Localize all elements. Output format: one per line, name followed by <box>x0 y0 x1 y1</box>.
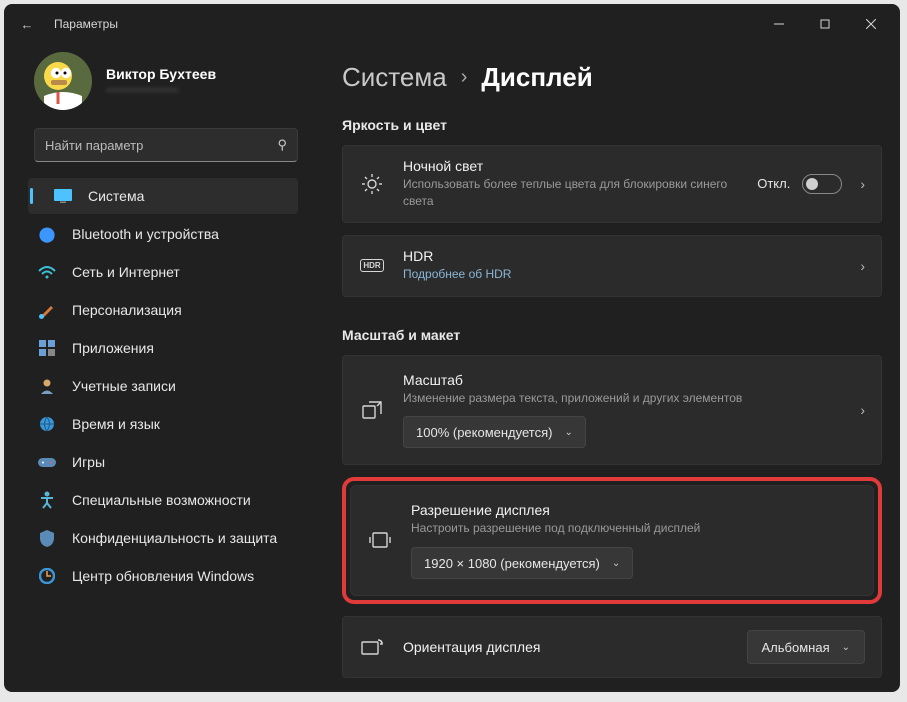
card-scale[interactable]: Масштаб Изменение размера текста, прилож… <box>342 355 882 466</box>
crumb-current: Дисплей <box>481 62 592 93</box>
section-scale: Масштаб и макет <box>342 327 882 343</box>
game-icon <box>38 453 56 471</box>
scale-dropdown[interactable]: 100% (рекомендуется) ⌄ <box>403 416 586 448</box>
search-icon: ⚲ <box>277 137 287 153</box>
crumb-separator-icon: › <box>461 66 468 89</box>
dropdown-value: 100% (рекомендуется) <box>416 425 552 440</box>
nav-label: Сеть и Интернет <box>72 264 180 280</box>
nav-update[interactable]: Центр обновления Windows <box>28 558 298 594</box>
nav-label: Учетные записи <box>72 378 176 394</box>
card-night-light[interactable]: Ночной свет Использовать более теплые цв… <box>342 145 882 223</box>
minimize-button[interactable] <box>756 4 802 44</box>
account-email: —————— <box>106 82 216 96</box>
brush-icon <box>38 301 56 319</box>
shield-icon <box>38 529 56 547</box>
account-name: Виктор Бухтеев <box>106 66 216 82</box>
nav-apps[interactable]: Приложения <box>28 330 298 366</box>
settings-window: ← Параметры <box>4 4 900 692</box>
person-icon <box>38 377 56 395</box>
night-light-toggle[interactable] <box>802 174 842 194</box>
bluetooth-icon: ⬤ <box>38 225 56 243</box>
chevron-right-icon: › <box>854 176 865 192</box>
orientation-icon <box>359 637 385 657</box>
section-brightness: Яркость и цвет <box>342 117 882 133</box>
card-title: Ночной свет <box>403 158 739 174</box>
nav-gaming[interactable]: Игры <box>28 444 298 480</box>
sidebar: Виктор Бухтеев —————— ⚲ Система ⬤ Blueto… <box>4 44 312 692</box>
avatar <box>34 52 92 110</box>
nav-label: Специальные возможности <box>72 492 251 508</box>
card-resolution[interactable]: Разрешение дисплея Настроить разрешение … <box>350 485 874 596</box>
globe-icon <box>38 415 56 433</box>
nav-network[interactable]: Сеть и Интернет <box>28 254 298 290</box>
apps-icon <box>38 339 56 357</box>
chevron-right-icon: › <box>854 258 865 274</box>
nav-system[interactable]: Система <box>28 178 298 214</box>
breadcrumb: Система › Дисплей <box>342 56 882 93</box>
close-button[interactable] <box>848 4 894 44</box>
card-desc: Использовать более теплые цвета для блок… <box>403 176 739 210</box>
nav-personalization[interactable]: Персонализация <box>28 292 298 328</box>
back-arrow-icon[interactable]: ← <box>18 17 36 32</box>
dropdown-value: Альбомная <box>762 640 830 655</box>
nav-label: Система <box>88 188 144 204</box>
account-block[interactable]: Виктор Бухтеев —————— <box>4 52 312 128</box>
maximize-button[interactable] <box>802 4 848 44</box>
nav-label: Время и язык <box>72 416 160 432</box>
card-desc-link[interactable]: Подробнее об HDR <box>403 266 836 283</box>
scale-icon <box>359 372 385 422</box>
search-input[interactable] <box>45 138 277 153</box>
card-title: HDR <box>403 248 836 264</box>
nav-label: Игры <box>72 454 105 470</box>
chevron-down-icon: ⌄ <box>842 642 850 653</box>
resolution-dropdown[interactable]: 1920 × 1080 (рекомендуется) ⌄ <box>411 547 633 579</box>
nav-label: Приложения <box>72 340 154 356</box>
nav-time-language[interactable]: Время и язык <box>28 406 298 442</box>
search-box[interactable]: ⚲ <box>34 128 298 162</box>
main-pane: Система › Дисплей Яркость и цвет Ночной … <box>312 44 900 692</box>
nav-accounts[interactable]: Учетные записи <box>28 368 298 404</box>
dropdown-value: 1920 × 1080 (рекомендуется) <box>424 556 600 571</box>
chevron-down-icon: ⌄ <box>564 427 572 438</box>
sun-icon <box>359 173 385 195</box>
nav-label: Конфиденциальность и защита <box>72 530 277 546</box>
accessibility-icon <box>38 491 56 509</box>
nav-label: Bluetooth и устройства <box>72 226 219 242</box>
highlight-resolution: Разрешение дисплея Настроить разрешение … <box>342 477 882 604</box>
window-title: Параметры <box>54 17 118 31</box>
monitor-icon <box>54 187 72 205</box>
crumb-root[interactable]: Система <box>342 62 447 93</box>
titlebar: ← Параметры <box>4 4 900 44</box>
nav-label: Центр обновления Windows <box>72 568 254 584</box>
card-title: Ориентация дисплея <box>403 639 729 655</box>
chevron-right-icon: › <box>854 402 865 418</box>
card-desc: Настроить разрешение под подключенный ди… <box>411 520 857 537</box>
toggle-state-label: Откл. <box>757 176 790 191</box>
nav-privacy[interactable]: Конфиденциальность и защита <box>28 520 298 556</box>
card-orientation[interactable]: Ориентация дисплея Альбомная ⌄ <box>342 616 882 678</box>
nav-list: Система ⬤ Bluetooth и устройства Сеть и … <box>4 178 312 594</box>
nav-label: Персонализация <box>72 302 182 318</box>
card-hdr[interactable]: HDR HDR Подробнее об HDR › <box>342 235 882 297</box>
update-icon <box>38 567 56 585</box>
card-title: Разрешение дисплея <box>411 502 857 518</box>
nav-accessibility[interactable]: Специальные возможности <box>28 482 298 518</box>
hdr-icon: HDR <box>359 259 385 272</box>
chevron-down-icon: ⌄ <box>612 558 620 569</box>
card-title: Масштаб <box>403 372 836 388</box>
card-desc: Изменение размера текста, приложений и д… <box>403 390 836 407</box>
orientation-dropdown[interactable]: Альбомная ⌄ <box>747 630 865 664</box>
nav-bluetooth[interactable]: ⬤ Bluetooth и устройства <box>28 216 298 252</box>
resolution-icon <box>367 502 393 550</box>
wifi-icon <box>38 263 56 281</box>
